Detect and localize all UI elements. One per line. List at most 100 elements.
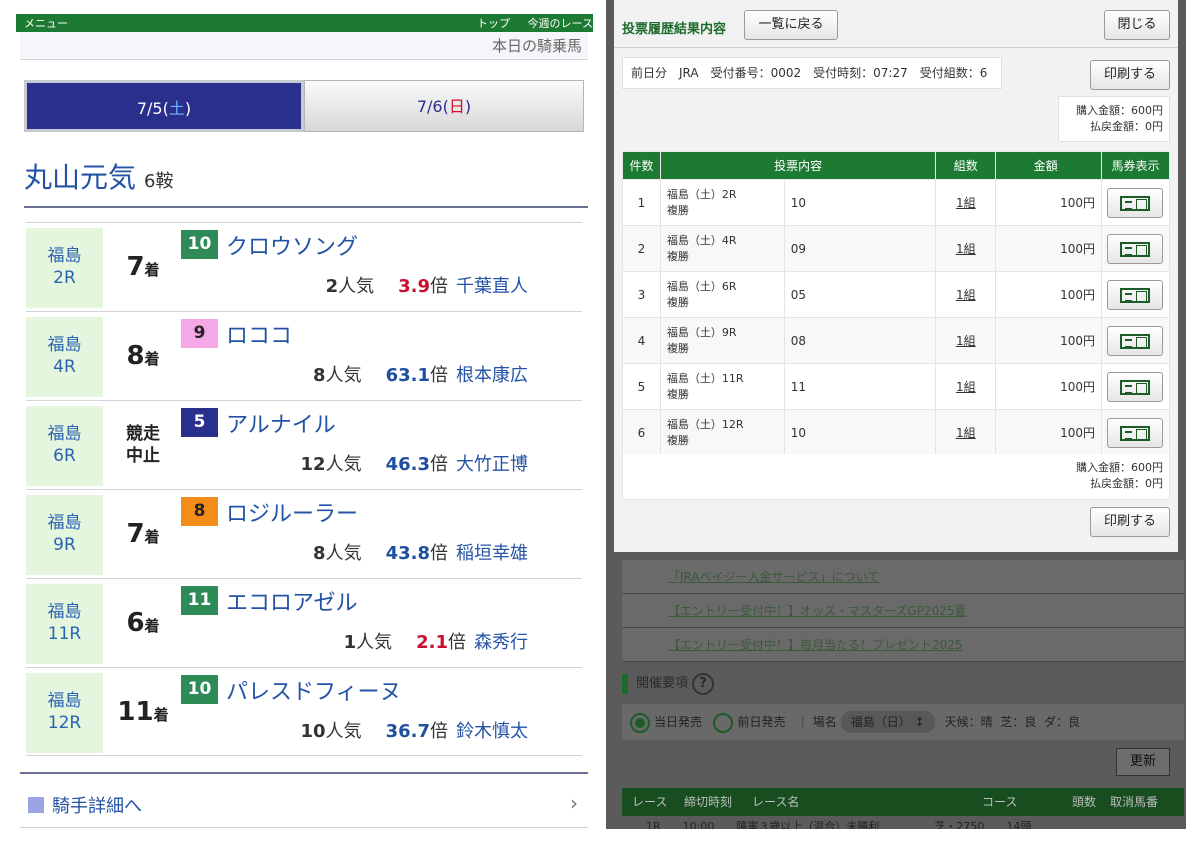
trainer-link[interactable]: 鈴木慎太 bbox=[456, 721, 528, 742]
tab-paren: ) bbox=[184, 99, 192, 118]
trainer-link[interactable]: 千葉直人 bbox=[456, 276, 528, 297]
tab-sunday[interactable]: 7/6(日) bbox=[304, 80, 584, 132]
jockey-detail-link[interactable]: 騎手詳細へ › bbox=[20, 772, 588, 828]
venue-value: 福島（日） bbox=[850, 715, 911, 729]
tab-saturday[interactable]: 7/5(土) bbox=[24, 80, 304, 132]
race-label: 福島（土）6R bbox=[666, 279, 737, 293]
horse-name-link[interactable]: パレスドフィーヌ bbox=[226, 674, 402, 706]
news-link[interactable]: 「JRAペイジー入金サービス」について bbox=[622, 560, 1184, 594]
race-stats: 8人気 63.1倍 根本康広 bbox=[313, 361, 528, 387]
row-index: 4 bbox=[622, 317, 661, 364]
horse-name-link[interactable]: ロジルーラー bbox=[226, 496, 358, 528]
race-number: 2R bbox=[53, 268, 76, 288]
race-label: 福島（土）9R bbox=[666, 325, 737, 339]
horse-number-badge: 9 bbox=[181, 319, 218, 348]
odds: 63.1 bbox=[385, 365, 430, 386]
race-number: 4R bbox=[53, 357, 76, 377]
kumi-link[interactable]: 1組 bbox=[935, 179, 997, 226]
race-label: 福島（土）4R bbox=[666, 233, 737, 247]
ticket-cell bbox=[1100, 317, 1171, 364]
help-icon[interactable]: ? bbox=[692, 672, 715, 695]
col-deadline: 締切時刻 bbox=[684, 795, 733, 809]
ticket-view-button[interactable] bbox=[1107, 279, 1164, 310]
race-row[interactable]: 福島 4R 8着 9 ロココ 8人気 63.1倍 根本康広 bbox=[26, 311, 582, 400]
bet-type: 複勝 bbox=[666, 341, 689, 355]
week-races-link[interactable]: 今週のレース bbox=[528, 17, 593, 30]
row-selection: 09 bbox=[783, 225, 937, 272]
row-index: 1 bbox=[622, 179, 661, 226]
kumi-link[interactable]: 1組 bbox=[935, 225, 997, 272]
horse-number-badge: 5 bbox=[181, 408, 218, 437]
vote-history-screen: 「JRAペイジー入金サービス」について 【エントリー受付中！】オッズ・マスターズ… bbox=[606, 0, 1186, 829]
horse-name-link[interactable]: エコロアゼル bbox=[226, 585, 358, 617]
news-link[interactable]: 【エントリー受付中！】毎月当たる！プレゼント2025 bbox=[622, 628, 1184, 662]
ticket-view-button[interactable] bbox=[1107, 371, 1164, 402]
venue-select[interactable]: 福島（日） ↕ bbox=[840, 711, 935, 733]
vote-table: 件数 投票内容 組数 金額 馬券表示 1 福島（土）2R 複勝 10 1組 100… bbox=[622, 151, 1171, 456]
finish-unit: 着 bbox=[144, 617, 160, 635]
odds-unit: 倍 bbox=[430, 543, 448, 564]
row-selection: 05 bbox=[783, 271, 937, 318]
kumi-link[interactable]: 1組 bbox=[935, 317, 997, 364]
row-amount: 100円 bbox=[995, 225, 1102, 272]
news-link[interactable]: 【エントリー受付中！】オッズ・マスターズGP2025夏 bbox=[622, 594, 1184, 628]
table-row: 4 福島（土）9R 複勝 08 1組 100円 bbox=[622, 317, 1171, 364]
kumi-link[interactable]: 1組 bbox=[935, 271, 997, 318]
top-link[interactable]: トップ bbox=[477, 17, 510, 30]
row-amount: 100円 bbox=[995, 409, 1102, 456]
race-row[interactable]: 福島 11R 6着 11 エコロアゼル 1人気 2.1倍 森秀行 bbox=[26, 578, 582, 667]
radio-prev-day[interactable] bbox=[713, 712, 734, 733]
popularity: 8 bbox=[313, 543, 326, 564]
ticket-view-button[interactable] bbox=[1107, 233, 1164, 264]
finish-unit: 着 bbox=[144, 261, 160, 279]
heading-bar-icon bbox=[622, 673, 628, 694]
purchase-amount: 購入金額：600円 bbox=[1076, 104, 1163, 117]
close-button[interactable]: 閉じる bbox=[1104, 10, 1170, 40]
trainer-link[interactable]: 稲垣幸雄 bbox=[456, 543, 528, 564]
ticket-view-button[interactable] bbox=[1107, 187, 1164, 218]
kumi-link[interactable]: 1組 bbox=[935, 363, 997, 410]
print-button[interactable]: 印刷する bbox=[1090, 60, 1170, 90]
menu-link[interactable]: メニュー bbox=[24, 15, 68, 31]
kumi-link[interactable]: 1組 bbox=[935, 409, 997, 456]
horse-name-link[interactable]: アルナイル bbox=[226, 407, 336, 439]
ticket-view-button[interactable] bbox=[1107, 417, 1164, 448]
race-row[interactable]: 福島 12R 11着 10 パレスドフィーヌ 10人気 36.7倍 鈴木慎太 bbox=[26, 667, 582, 756]
race-venue: 福島 6R bbox=[26, 406, 103, 486]
ticket-view-button[interactable] bbox=[1107, 325, 1164, 356]
row-selection: 10 bbox=[783, 179, 937, 226]
back-to-list-button[interactable]: 一覧に戻る bbox=[744, 10, 838, 40]
modal-header: 投票履歴結果内容 一覧に戻る 閉じる bbox=[614, 0, 1178, 48]
bet-type: 複勝 bbox=[666, 433, 689, 447]
race-number: 6R bbox=[53, 446, 76, 466]
trainer-link[interactable]: 大竹正博 bbox=[456, 454, 528, 475]
radio-today[interactable] bbox=[630, 712, 650, 733]
ticket-icon bbox=[1120, 333, 1151, 349]
race-row[interactable]: 福島 6R 競走 中止 5 アルナイル 12人気 46.3倍 大竹正博 bbox=[26, 400, 582, 489]
finish-unit: 着 bbox=[144, 528, 160, 546]
col-race-name: レース名 bbox=[752, 795, 800, 809]
race-venue: 福島 11R bbox=[26, 584, 103, 664]
trainer-link[interactable]: 森秀行 bbox=[474, 632, 528, 653]
jockey-detail-label: 騎手詳細へ bbox=[52, 796, 142, 817]
tab-dow: 日 bbox=[448, 97, 465, 116]
table-row: 5 福島（土）11R 複勝 11 1組 100円 bbox=[622, 363, 1171, 410]
row-race: 福島（土）2R 複勝 bbox=[659, 179, 785, 226]
update-button[interactable]: 更新 bbox=[1116, 748, 1170, 776]
race-row[interactable]: 福島 9R 7着 8 ロジルーラー 8人気 43.8倍 稲垣幸雄 bbox=[26, 489, 582, 578]
row-race: 福島（土）6R 複勝 bbox=[659, 271, 785, 318]
row-selection: 11 bbox=[783, 363, 937, 410]
race-row[interactable]: 福島 2R 7着 10 クロウソング 2人気 3.9倍 千葉直人 bbox=[26, 222, 582, 311]
modal-title: 投票履歴結果内容 bbox=[622, 22, 727, 37]
horse-name-link[interactable]: クロウソング bbox=[226, 229, 358, 261]
trainer-link[interactable]: 根本康広 bbox=[456, 365, 528, 386]
horse-name-link[interactable]: ロココ bbox=[226, 318, 292, 350]
amount-summary-bottom: 購入金額：600円 払戻金額：0円 bbox=[622, 454, 1170, 500]
race-venue: 福島 2R bbox=[26, 228, 103, 308]
weather: 天候：晴 bbox=[944, 715, 993, 729]
odds: 36.7 bbox=[385, 721, 430, 742]
print-button[interactable]: 印刷する bbox=[1090, 507, 1170, 537]
race-stats: 8人気 43.8倍 稲垣幸雄 bbox=[313, 539, 528, 565]
jockey-rides-panel: メニュー トップ 今週のレース 本日の騎乗馬 7/5(土) 7/6(日) 丸山元… bbox=[0, 0, 604, 841]
row-index: 2 bbox=[622, 225, 661, 272]
